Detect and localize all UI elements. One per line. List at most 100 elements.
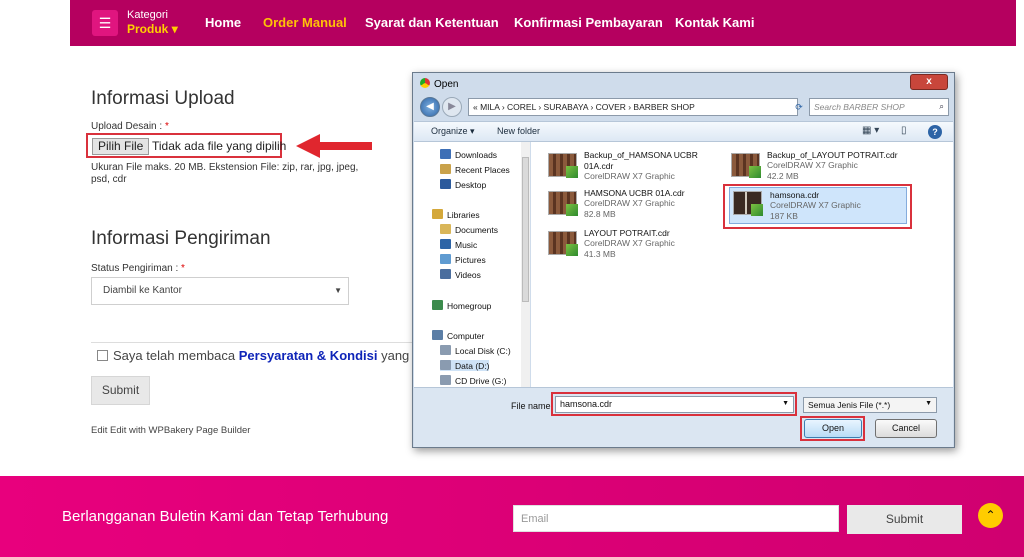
music-icon [440, 239, 451, 249]
back-arrow-icon[interactable]: ◀ [420, 97, 440, 117]
navigation-pane: Downloads Recent Places Desktop Librarie… [414, 142, 530, 387]
file-item[interactable]: Backup_of_HAMSONA UCBR 01A.cdr CorelDRAW … [548, 150, 718, 184]
refresh-icon[interactable]: ⟳ [790, 98, 808, 116]
wpbakery-edit-link[interactable]: Edit Edit with WPBakery Page Builder [91, 425, 250, 436]
category-menu-icon[interactable]: ☰ [92, 10, 118, 36]
close-icon[interactable]: x [910, 74, 948, 90]
cdr-file-icon [733, 191, 763, 216]
nav-cd-drive-g[interactable]: CD Drive (G:) [440, 375, 506, 386]
preview-pane-icon[interactable]: ▯ [901, 125, 907, 136]
filename-input[interactable]: hamsona.cdr ▼ [555, 396, 794, 413]
search-icon: ⌕ [939, 101, 944, 111]
newsletter-footer: Berlangganan Buletin Kami dan Tetap Terh… [0, 476, 1024, 557]
terms-link[interactable]: Persyaratan & Kondisi [239, 348, 378, 363]
file-type: CorelDRAW X7 Graphic [584, 238, 675, 248]
drive-icon [440, 360, 451, 370]
nav-music[interactable]: Music [440, 239, 477, 250]
nav-homegroup[interactable]: Homegroup [432, 300, 491, 311]
category-dropdown[interactable]: Kategori Produk ▾ [127, 8, 178, 36]
nav-computer[interactable]: Computer [432, 330, 484, 341]
cdr-file-icon [548, 191, 578, 216]
nav-syarat-ketentuan[interactable]: Syarat dan Ketentuan [365, 15, 499, 30]
file-name: Backup_of_HAMSONA UCBR 01A.cdr [584, 150, 698, 171]
nav-pane-scrollbar[interactable] [521, 142, 530, 387]
form-submit-button[interactable]: Submit [91, 376, 150, 405]
libraries-icon [432, 209, 443, 219]
search-input[interactable]: Search BARBER SHOP ⌕ [809, 98, 949, 116]
pictures-icon [440, 254, 451, 264]
desktop-icon [440, 179, 451, 189]
nav-documents[interactable]: Documents [440, 224, 498, 235]
open-file-dialog: Open x ◀ ▶ « MILA › COREL › SURABAYA › C… [412, 72, 955, 448]
upload-heading: Informasi Upload [91, 88, 235, 109]
cdr-file-icon [548, 231, 578, 256]
breadcrumb-path[interactable]: « MILA › COREL › SURABAYA › COVER › BARB… [468, 98, 798, 116]
nav-desktop[interactable]: Desktop [440, 179, 486, 190]
chevron-down-icon: ▼ [925, 400, 932, 407]
dialog-title: Open [420, 78, 458, 90]
navbar-right-margin [1016, 0, 1024, 46]
new-folder-button[interactable]: New folder [497, 126, 540, 136]
nav-pictures[interactable]: Pictures [440, 254, 486, 265]
file-name: Backup_of_LAYOUT POTRAIT.cdr [767, 150, 898, 160]
forward-arrow-icon[interactable]: ▶ [442, 97, 462, 117]
upload-help-text: Ukuran File maks. 20 MB. Ekstension File… [91, 162, 359, 185]
nav-videos[interactable]: Videos [440, 269, 481, 280]
no-file-text: Tidak ada file yang dipilih [152, 139, 287, 153]
file-name: HAMSONA UCBR 01A.cdr [584, 188, 685, 198]
file-name: hamsona.cdr [770, 190, 820, 200]
organize-menu[interactable]: Organize ▾ [431, 126, 475, 137]
navbar-left-margin [0, 0, 70, 46]
chrome-icon [420, 78, 430, 88]
file-size: 41.3 MB [584, 249, 616, 259]
nav-local-disk-c[interactable]: Local Disk (C:) [440, 345, 511, 356]
file-name: LAYOUT POTRAIT.cdr [584, 228, 670, 238]
nav-recent-places[interactable]: Recent Places [440, 164, 510, 175]
file-size: 42.2 MB [767, 171, 799, 181]
nav-home[interactable]: Home [205, 15, 241, 30]
file-item[interactable]: LAYOUT POTRAIT.cdr CorelDRAW X7 Graphic … [548, 228, 718, 262]
dialog-toolbar: Organize ▾ New folder ▦ ▾ ▯ ? [414, 121, 953, 142]
file-upload-input[interactable]: Pilih File Tidak ada file yang dipilih [86, 133, 286, 158]
chevron-down-icon[interactable]: ▼ [782, 400, 789, 407]
cd-drive-icon [440, 375, 451, 385]
cdr-file-icon [731, 153, 761, 178]
file-list: Backup_of_HAMSONA UCBR 01A.cdr CorelDRAW … [531, 142, 953, 387]
choose-file-button[interactable]: Pilih File [92, 138, 150, 155]
videos-icon [440, 269, 451, 279]
nav-order-manual[interactable]: Order Manual [263, 15, 347, 30]
cdr-file-icon [548, 153, 578, 178]
agreement-checkbox[interactable] [97, 350, 108, 361]
file-item[interactable]: HAMSONA UCBR 01A.cdr CorelDRAW X7 Graphi… [548, 188, 718, 222]
newsletter-submit-button[interactable]: Submit [847, 505, 962, 534]
nav-downloads[interactable]: Downloads [440, 149, 497, 160]
nav-data-d[interactable]: Data (D:) [440, 360, 490, 371]
shipping-status-label: Status Pengiriman : * [91, 263, 185, 274]
drive-icon [440, 345, 451, 355]
file-item[interactable]: Backup_of_LAYOUT POTRAIT.cdr CorelDRAW X… [731, 150, 911, 184]
filename-label: File name: [511, 401, 554, 411]
view-options-icon[interactable]: ▦ ▾ [862, 125, 879, 136]
filetype-select[interactable]: Semua Jenis File (*.*) ▼ [803, 397, 937, 413]
file-type: CorelDRAW X7 Graphic [770, 200, 861, 210]
help-icon[interactable]: ? [928, 125, 942, 139]
category-label: Kategori [127, 9, 168, 21]
open-button[interactable]: Open [804, 419, 862, 438]
chevron-up-icon[interactable]: ⌃ [978, 503, 1003, 528]
file-type: CorelDRAW X7 Graphic [584, 171, 675, 181]
shipping-status-select[interactable]: Diambil ke Kantor ▼ [91, 277, 349, 305]
shipping-heading: Informasi Pengiriman [91, 228, 271, 249]
file-item-selected[interactable]: hamsona.cdr CorelDRAW X7 Graphic 187 KB [729, 187, 907, 224]
scrollbar-thumb[interactable] [522, 157, 529, 302]
nav-kontak-kami[interactable]: Kontak Kami [675, 15, 754, 30]
nav-konfirmasi-pembayaran[interactable]: Konfirmasi Pembayaran [514, 15, 663, 30]
agreement-text: Saya telah membaca Persyaratan & Kondisi… [113, 348, 421, 363]
file-type: CorelDRAW X7 Graphic [767, 160, 858, 170]
downloads-icon [440, 149, 451, 159]
nav-libraries[interactable]: Libraries [432, 209, 480, 220]
homegroup-icon [432, 300, 443, 310]
dialog-bottom-bar: File name: hamsona.cdr ▼ Semua Jenis Fil… [414, 387, 953, 447]
cancel-button[interactable]: Cancel [875, 419, 937, 438]
email-input[interactable]: Email [513, 505, 839, 532]
upload-field-label: Upload Desain : * [91, 121, 169, 132]
